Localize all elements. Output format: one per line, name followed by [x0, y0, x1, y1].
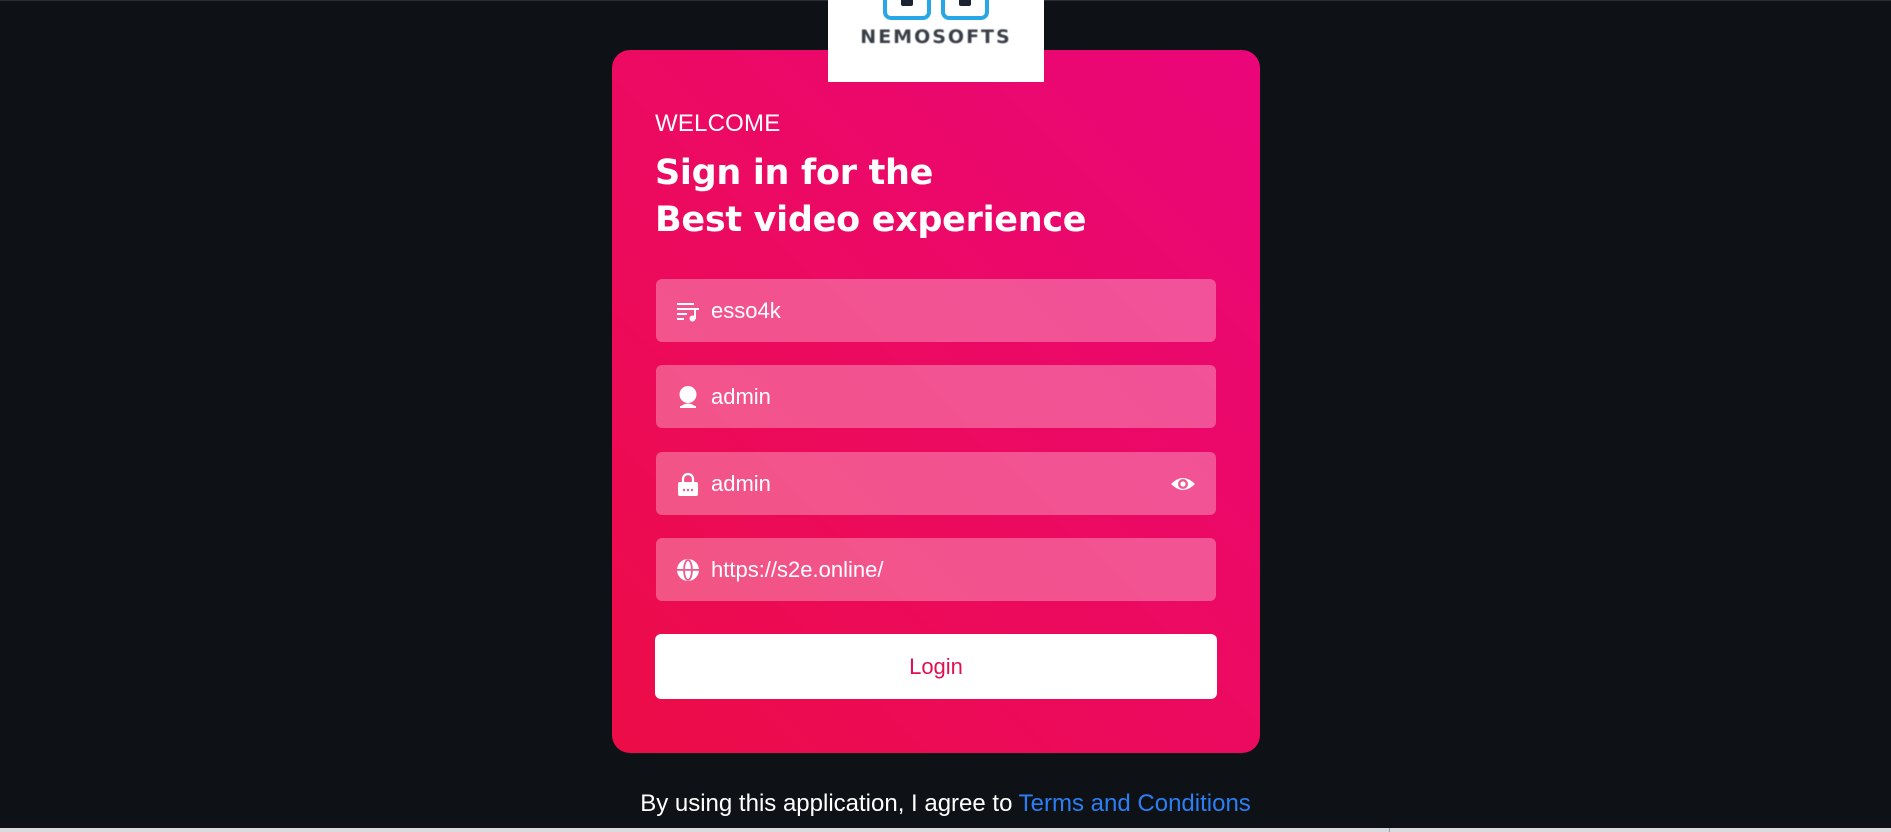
username-value: admin [711, 384, 771, 409]
logo-text: NEMOSOFTS [860, 26, 1012, 48]
username-field[interactable]: admin [656, 365, 1216, 428]
headline-line-2: Best video experience [655, 200, 1087, 240]
terms-prefix: By using this application, I agree to [640, 790, 1013, 817]
terms-text: By using this application, I agree to Te… [0, 790, 1891, 818]
logo-mark-right [941, 0, 989, 20]
headline-line-1: Sign in for the [655, 153, 934, 193]
user-icon [676, 385, 700, 409]
login-page: NEMOSOFTS WELCOME Sign in for the Best v… [0, 0, 1891, 832]
server-url-value: https://s2e.online/ [711, 557, 884, 582]
terms-link[interactable]: Terms and Conditions [1019, 790, 1251, 817]
playlist-value: esso4k [711, 298, 781, 323]
brand-logo: NEMOSOFTS [828, 0, 1044, 82]
login-button[interactable]: Login [655, 634, 1217, 699]
password-value: admin [711, 471, 771, 496]
lock-icon [676, 472, 700, 496]
playlist-icon [676, 299, 700, 323]
welcome-label: WELCOME [655, 110, 781, 137]
logo-mark-left [883, 0, 931, 20]
headline: Sign in for the Best video experience [655, 150, 1087, 244]
bottom-bar [0, 828, 1891, 832]
login-card: WELCOME Sign in for the Best video exper… [612, 50, 1260, 753]
server-url-field[interactable]: https://s2e.online/ [656, 538, 1216, 601]
password-field[interactable]: admin [656, 452, 1216, 515]
eye-icon[interactable] [1170, 471, 1196, 497]
playlist-field[interactable]: esso4k [656, 279, 1216, 342]
globe-icon [676, 558, 700, 582]
bottom-bar-divider [1389, 828, 1390, 832]
